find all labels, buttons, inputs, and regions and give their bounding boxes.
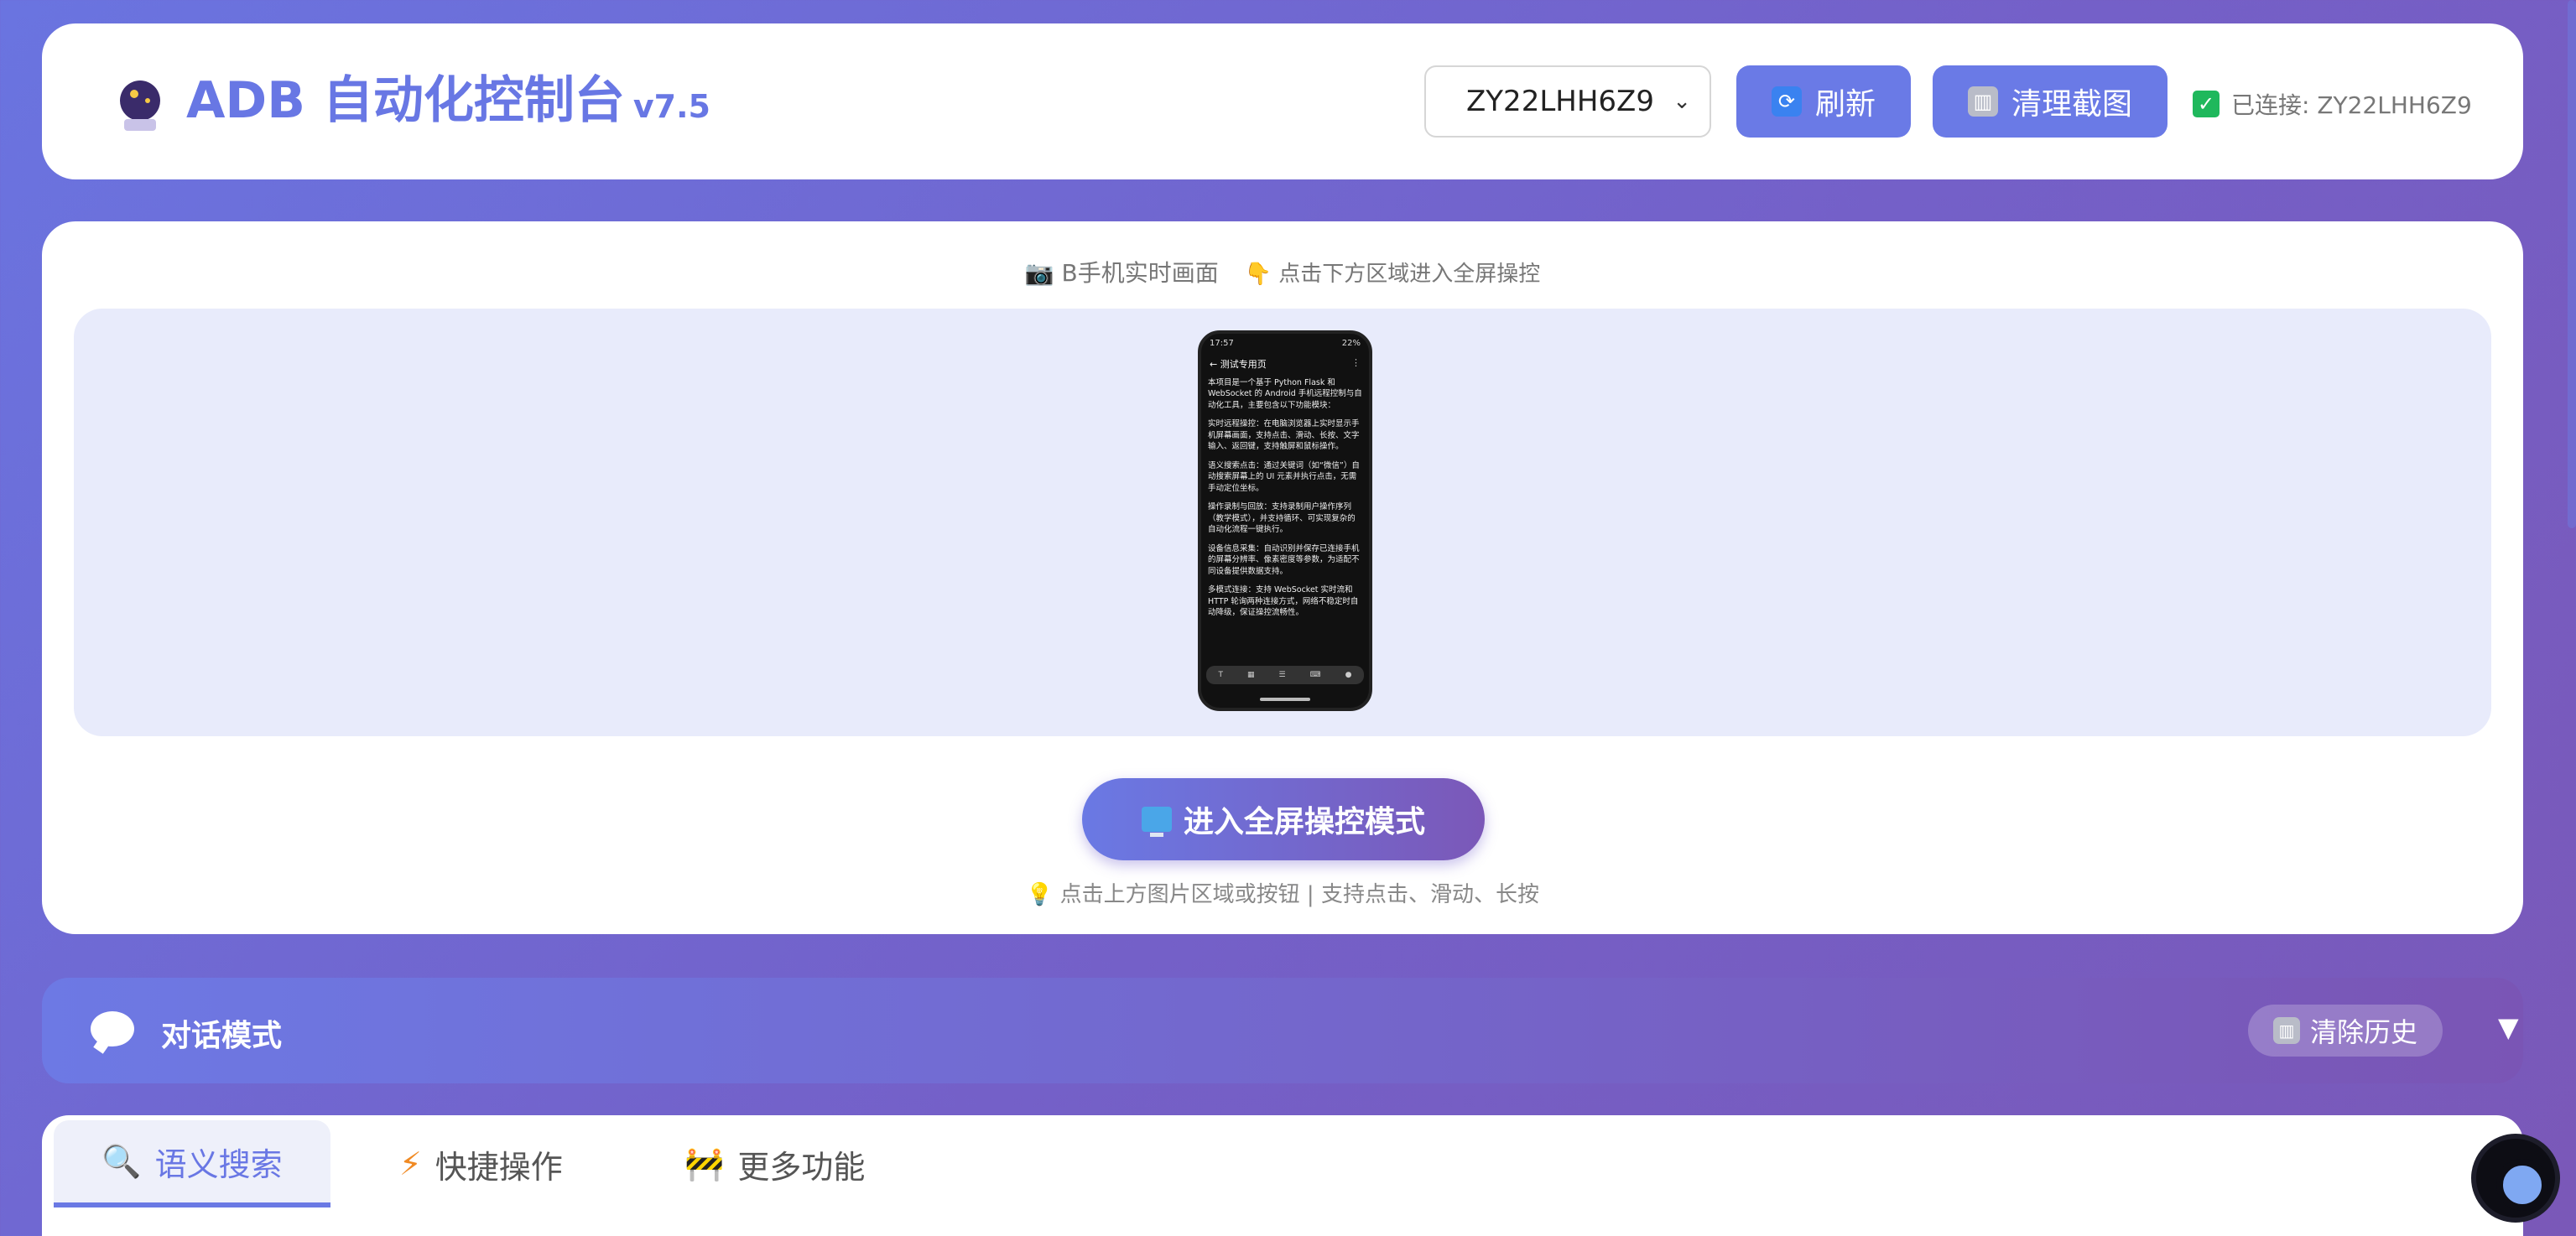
speech-bubble-icon (91, 1011, 134, 1046)
live-view-caption-hint: 点击下方区域进入全屏操控 (1278, 262, 1541, 287)
tab-label: 快捷操作 (435, 1148, 563, 1186)
trash-icon: ▥ (2272, 1017, 2300, 1044)
lightning-icon: ⚡ (399, 1145, 422, 1182)
lightbulb-icon: 💡 (1026, 882, 1054, 907)
phone-toolbar: T ▦ ☰ ⌨ ● (1206, 666, 1364, 684)
app-title-text: ADB 自动化控制台 (186, 71, 625, 130)
clear-history-button[interactable]: ▥ 清除历史 (2248, 1005, 2443, 1057)
collapse-toggle-icon[interactable]: ▼ (2498, 1011, 2519, 1043)
magnifier-icon: 🔍 (101, 1142, 142, 1180)
phone-battery: 22% (1341, 339, 1361, 348)
phone-home-indicator (1260, 698, 1310, 701)
tab-quick-actions[interactable]: ⚡ 快捷操作 (399, 1120, 563, 1207)
list-icon: ☰ (1278, 671, 1286, 679)
crystal-ball-icon (120, 80, 160, 131)
monitor-icon (1141, 807, 1172, 837)
phone-menu-icon: ⋮ (1351, 357, 1361, 368)
trash-icon: ▥ (1967, 86, 1998, 117)
camera-icon: 📷 (1024, 259, 1054, 287)
feature-tabs: 🔍 语义搜索 ⚡ 快捷操作 🚧 更多功能 (42, 1115, 2523, 1236)
app-title: ADB 自动化控制台 v7.5 (186, 70, 710, 131)
pointing-down-icon: 👇 (1244, 262, 1272, 287)
floating-assistant-button[interactable] (2471, 1134, 2560, 1223)
image-icon: ▦ (1247, 671, 1255, 679)
tab-label: 语义搜索 (154, 1145, 283, 1183)
clear-screenshots-label: 清理截图 (2011, 87, 2132, 122)
live-view-hint-text: 点击上方图片区域或按钮 | 支持点击、滑动、长按 (1059, 882, 1539, 907)
chat-mode-bar[interactable]: 对话模式 ▥ 清除历史 ▼ (42, 978, 2523, 1083)
tab-label: 更多功能 (737, 1148, 866, 1186)
refresh-button-label: 刷新 (1814, 87, 1876, 122)
check-icon: ✓ (2193, 91, 2220, 117)
chevron-down-icon: ⌄ (1673, 89, 1691, 114)
phone-text-body: 本项目是一个基于 Python Flask 和 WebSocket 的 Andr… (1208, 377, 1362, 626)
connection-status: ✓ 已连接: ZY22LHH6Z9 (2193, 87, 2472, 121)
phone-paragraph: 操作录制与回放：支持录制用户操作序列（教学模式），并支持循环、可实现复杂的自动化… (1208, 502, 1356, 535)
refresh-icon: ⟳ (1771, 86, 1802, 117)
live-view-caption-text: B手机实时画面 (1061, 259, 1219, 287)
mic-icon: ● (1345, 671, 1352, 679)
phone-paragraph: 本项目是一个基于 Python Flask 和 WebSocket 的 Andr… (1208, 378, 1362, 410)
construction-icon: 🚧 (684, 1145, 725, 1182)
tab-more-features[interactable]: 🚧 更多功能 (684, 1120, 865, 1207)
phone-paragraph: 多模式连接：支持 WebSocket 实时流和 HTTP 轮询两种连接方式，网络… (1208, 585, 1359, 618)
header-bar: ADB 自动化控制台 v7.5 ZY22LHH6Z9 ⌄ ⟳ 刷新 ▥ 清理截图 … (42, 23, 2523, 179)
tab-semantic-search[interactable]: 🔍 语义搜索 (54, 1120, 330, 1207)
fullscreen-control-button[interactable]: 进入全屏操控模式 (1082, 778, 1485, 860)
device-select[interactable]: ZY22LHH6Z9 ⌄ (1424, 65, 1711, 138)
phone-time: 17:57 (1210, 339, 1234, 348)
phone-paragraph: 语义搜索点击：通过关键词（如“微信”）自动搜索屏幕上的 UI 元素并执行点击，无… (1208, 460, 1360, 493)
text-format-icon: T (1218, 671, 1224, 679)
phone-page-title: ← 测试专用页 (1210, 359, 1267, 370)
clear-history-label: 清除历史 (2309, 1016, 2417, 1048)
chat-mode-title: 对话模式 (161, 1019, 283, 1053)
fullscreen-control-label: 进入全屏操控模式 (1183, 805, 1425, 839)
refresh-button[interactable]: ⟳ 刷新 (1736, 65, 1911, 138)
clear-screenshots-button[interactable]: ▥ 清理截图 (1933, 65, 2167, 138)
phone-screenshot[interactable]: 17:57 22% ← 测试专用页 ⋮ 本项目是一个基于 Python Flas… (1198, 330, 1372, 711)
phone-paragraph: 设备信息采集：自动识别并保存已连接手机的屏幕分辨率、像素密度等参数，为适配不同设… (1208, 543, 1360, 576)
phone-paragraph: 实时远程操控：在电脑浏览器上实时显示手机屏幕画面，支持点击、滑动、长按、文字输入… (1208, 419, 1360, 452)
connection-status-text: 已连接: ZY22LHH6Z9 (2231, 91, 2472, 119)
live-view-hint: 💡 点击上方图片区域或按钮 | 支持点击、滑动、长按 (42, 877, 2523, 908)
live-view-caption: 📷 B手机实时画面 👇 点击下方区域进入全屏操控 (42, 255, 2523, 288)
device-select-value: ZY22LHH6Z9 (1466, 85, 1654, 118)
page-scrollbar[interactable] (2568, 0, 2576, 528)
keyboard-icon: ⌨ (1309, 671, 1321, 679)
app-version: v7.5 (632, 88, 710, 125)
